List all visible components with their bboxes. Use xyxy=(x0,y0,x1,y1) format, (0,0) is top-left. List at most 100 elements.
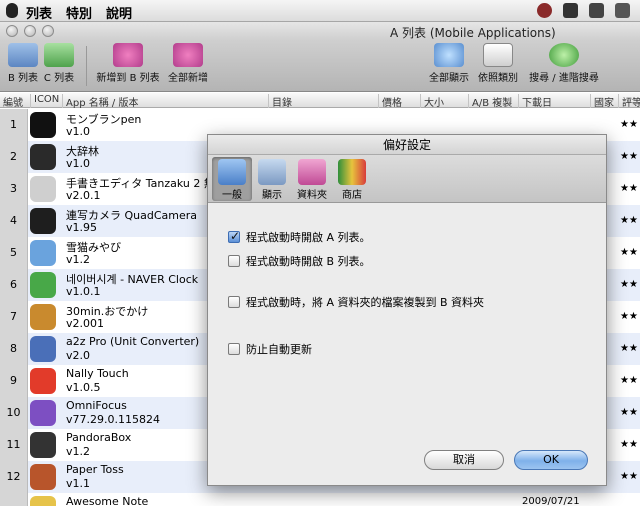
col-country[interactable]: 國家 xyxy=(590,94,618,108)
app-icon xyxy=(30,464,56,490)
app-rating: ★★ xyxy=(620,439,638,450)
b-list-button[interactable]: B 列表 xyxy=(6,43,40,84)
checkbox-prevent-autoupdate[interactable] xyxy=(228,343,240,355)
app-rating: ★★ xyxy=(620,343,638,354)
menu-special[interactable]: 特別 xyxy=(66,3,92,22)
menu-help[interactable]: 說明 xyxy=(106,3,132,22)
display-icon xyxy=(258,159,286,185)
option-open-a-list[interactable]: 程式啟動時開啟 A 列表。 xyxy=(228,229,371,244)
tab-display[interactable]: 顯示 xyxy=(252,157,292,201)
table-row[interactable]: Awesome Note 2009/07/21 xyxy=(0,493,640,506)
show-all-button[interactable]: 全部顯示 xyxy=(428,43,470,84)
window-title: A 列表 (Mobile Applications) xyxy=(390,26,556,40)
app-rating: ★★ xyxy=(620,183,638,194)
tab-store[interactable]: 商店 xyxy=(332,157,372,201)
app-version: v77.29.0.115824 xyxy=(66,413,160,426)
search-button[interactable]: 搜尋 / 進階搜尋 xyxy=(526,43,602,84)
app-name: Nally Touch xyxy=(66,367,129,380)
ok-button[interactable]: OK xyxy=(514,450,588,470)
app-rating: ★★ xyxy=(620,215,638,226)
add-to-b-button[interactable]: 新增到 B 列表 xyxy=(96,43,160,84)
by-category-button[interactable]: 依照類別 xyxy=(476,43,520,84)
row-number: 8 xyxy=(0,333,28,365)
status-app-icon[interactable] xyxy=(537,3,552,18)
app-rating: ★★ xyxy=(620,279,638,290)
preferences-dialog: 偏好設定 一般 顯示 資料夾 商店 程式啟動時開啟 A 列表。 程式啟動時開 xyxy=(207,134,607,486)
col-number[interactable]: 編號 xyxy=(0,94,30,108)
app-name: PandoraBox xyxy=(66,431,132,444)
option-copy-a-to-b[interactable]: 程式啟動時，將 A 資料夾的檔案複製到 B 資料夾 xyxy=(228,294,484,309)
app-name: a2z Pro (Unit Converter) xyxy=(66,335,200,348)
row-number xyxy=(0,493,28,506)
app-version: v1.0.5 xyxy=(66,381,101,394)
checkbox-copy-a-to-b[interactable] xyxy=(228,296,240,308)
app-icon xyxy=(30,432,56,458)
col-size[interactable]: 大小 xyxy=(420,94,468,108)
table-header: 編號 ICON App 名稱 / 版本 目錄 價格 大小 A/B 複製 下載日 … xyxy=(0,93,640,108)
app-icon xyxy=(30,240,56,266)
minimize-window-button[interactable] xyxy=(24,25,36,37)
app-rating: ★★ xyxy=(620,311,638,322)
row-number: 12 xyxy=(0,461,28,493)
add-to-b-icon xyxy=(113,43,143,67)
menu-list[interactable]: 列表 xyxy=(26,3,52,22)
toolbar: B 列表 C 列表 新增到 B 列表 全部新增 全部顯示 依照類別 搜尋 / 進… xyxy=(0,40,640,92)
main-window: A 列表 (Mobile Applications) B 列表 C 列表 新增到… xyxy=(0,22,640,506)
app-icon xyxy=(30,304,56,330)
dialog-toolbar: 一般 顯示 資料夾 商店 xyxy=(208,155,606,203)
add-all-icon xyxy=(173,43,203,67)
general-icon xyxy=(218,159,246,185)
app-version: v2.0.1 xyxy=(66,189,101,202)
window-titlebar: A 列表 (Mobile Applications) xyxy=(0,22,640,40)
app-version: v1.2 xyxy=(66,253,91,266)
search-icon xyxy=(549,43,579,67)
col-name[interactable]: App 名稱 / 版本 xyxy=(62,94,268,108)
option-prevent-autoupdate[interactable]: 防止自動更新 xyxy=(228,341,312,356)
row-number: 4 xyxy=(0,205,28,237)
category-icon xyxy=(483,43,513,67)
tab-general[interactable]: 一般 xyxy=(212,157,252,201)
tab-folders[interactable]: 資料夾 xyxy=(292,157,332,201)
row-number: 3 xyxy=(0,173,28,205)
app-icon xyxy=(30,368,56,394)
app-icon xyxy=(30,112,56,138)
app-icon xyxy=(30,208,56,234)
download-date: 2009/07/21 xyxy=(522,495,580,506)
app-version: v2.001 xyxy=(66,317,105,330)
c-list-button[interactable]: C 列表 xyxy=(42,43,76,84)
col-category[interactable]: 目錄 xyxy=(268,94,378,108)
app-version: v2.0 xyxy=(66,349,91,362)
dialog-title: 偏好設定 xyxy=(208,135,606,155)
row-number: 7 xyxy=(0,301,28,333)
app-name: Awesome Note xyxy=(66,495,149,506)
toolbar-divider xyxy=(86,46,87,86)
col-price[interactable]: 價格 xyxy=(378,94,420,108)
col-rating[interactable]: 評等 xyxy=(618,94,640,108)
add-all-button[interactable]: 全部新增 xyxy=(166,43,210,84)
col-date[interactable]: 下載日 xyxy=(518,94,590,108)
zoom-window-button[interactable] xyxy=(42,25,54,37)
cancel-button[interactable]: 取消 xyxy=(424,450,504,470)
row-number: 1 xyxy=(0,109,28,141)
option-open-b-list[interactable]: 程式啟動時開啟 B 列表。 xyxy=(228,253,371,268)
menu-bar: 列表 特別 說明 xyxy=(0,0,640,22)
app-name: OmniFocus xyxy=(66,399,127,412)
mail-icon[interactable] xyxy=(563,3,578,18)
close-window-button[interactable] xyxy=(6,25,18,37)
folder-icon xyxy=(298,159,326,185)
app-version: v1.2 xyxy=(66,445,91,458)
row-number: 6 xyxy=(0,269,28,301)
checkbox-open-b-list[interactable] xyxy=(228,255,240,267)
col-ab-copy[interactable]: A/B 複製 xyxy=(468,94,518,108)
apple-icon[interactable] xyxy=(6,3,18,18)
app-rating: ★★ xyxy=(620,471,638,482)
row-number: 9 xyxy=(0,365,28,397)
app-version: v1.0 xyxy=(66,125,91,138)
download-date-day: 2009/07/21 xyxy=(522,496,580,506)
col-icon[interactable]: ICON xyxy=(30,94,62,108)
app-icon xyxy=(30,176,56,202)
checkbox-open-a-list[interactable] xyxy=(228,229,240,243)
evernote-icon[interactable] xyxy=(589,3,604,18)
gift-icon[interactable] xyxy=(615,3,630,18)
app-rating: ★★ xyxy=(620,119,638,130)
